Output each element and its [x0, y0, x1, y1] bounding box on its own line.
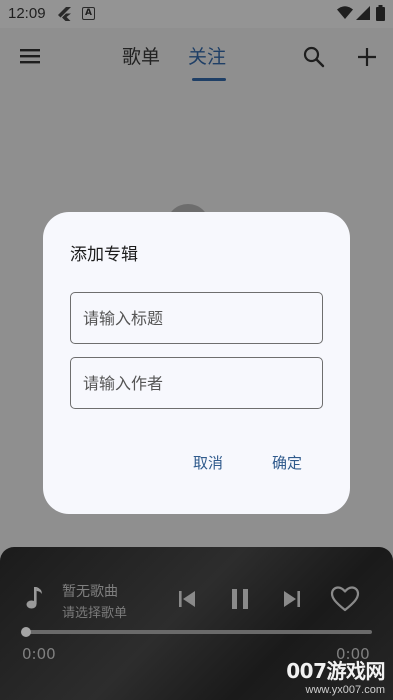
- title-input[interactable]: [70, 292, 323, 344]
- song-title: 暂无歌曲: [62, 584, 118, 600]
- watermark: 007游戏网 www.yx007.com: [286, 655, 385, 696]
- skip-previous-icon[interactable]: [176, 588, 198, 610]
- add-icon[interactable]: [356, 46, 378, 68]
- tab-indicator: [192, 78, 226, 81]
- watermark-url: www.yx007.com: [305, 684, 385, 696]
- confirm-button[interactable]: 确定: [272, 452, 302, 473]
- app-bar: 歌单 关注: [0, 28, 393, 84]
- pause-icon[interactable]: [229, 587, 251, 611]
- menu-icon[interactable]: [18, 46, 42, 66]
- watermark-logo: 007游戏网: [286, 659, 385, 683]
- skip-next-icon[interactable]: [281, 588, 303, 610]
- status-time: 12:09: [8, 5, 46, 22]
- a-icon: A: [82, 7, 95, 20]
- cancel-button[interactable]: 取消: [193, 452, 223, 473]
- current-time: 0:00: [22, 645, 56, 663]
- progress-slider[interactable]: [21, 627, 372, 637]
- song-subtitle: 请选择歌单: [62, 606, 128, 621]
- status-bar: 12:09 A: [0, 0, 393, 28]
- search-icon[interactable]: [303, 46, 325, 68]
- battery-icon: [376, 5, 385, 21]
- music-note-icon: [26, 587, 42, 609]
- wifi-icon: [337, 6, 353, 19]
- author-input[interactable]: [70, 357, 323, 409]
- progress-thumb[interactable]: [21, 627, 31, 637]
- add-album-dialog: 添加专辑 取消 确定: [43, 212, 350, 514]
- dialog-title: 添加专辑: [70, 245, 138, 265]
- flutter-icon: [58, 7, 71, 21]
- signal-icon: [356, 6, 370, 20]
- tab-playlists[interactable]: 歌单: [122, 42, 160, 69]
- heart-icon[interactable]: [330, 585, 360, 613]
- tab-following[interactable]: 关注: [188, 42, 226, 69]
